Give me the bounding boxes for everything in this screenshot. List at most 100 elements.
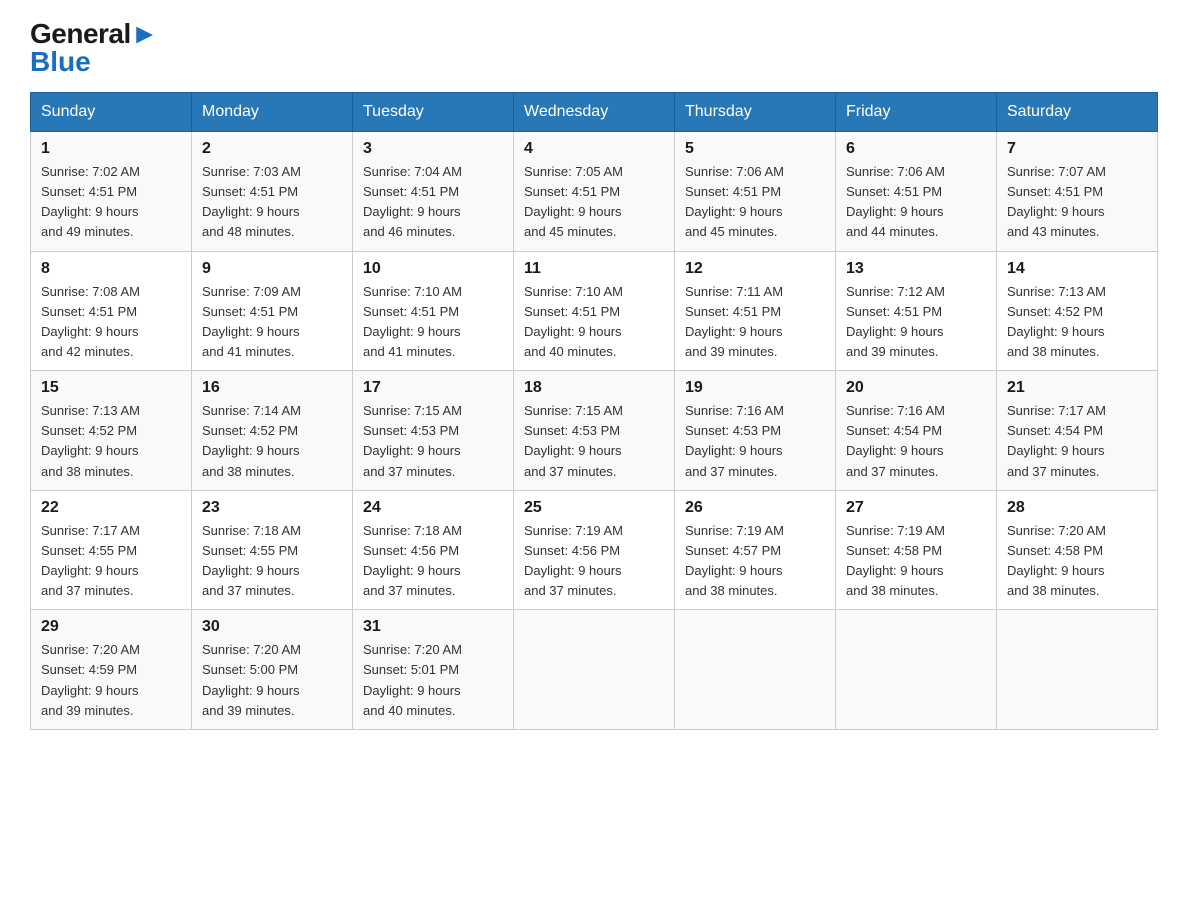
- day-info: Sunrise: 7:20 AMSunset: 4:58 PMDaylight:…: [1007, 521, 1147, 602]
- weekday-header-wednesday: Wednesday: [514, 93, 675, 132]
- calendar-cell: 29 Sunrise: 7:20 AMSunset: 4:59 PMDaylig…: [31, 610, 192, 730]
- day-number: 22: [41, 499, 181, 517]
- day-info: Sunrise: 7:19 AMSunset: 4:56 PMDaylight:…: [524, 521, 664, 602]
- day-number: 21: [1007, 379, 1147, 397]
- day-number: 6: [846, 140, 986, 158]
- calendar-cell: 26 Sunrise: 7:19 AMSunset: 4:57 PMDaylig…: [675, 490, 836, 610]
- weekday-header-thursday: Thursday: [675, 93, 836, 132]
- calendar-cell: 19 Sunrise: 7:16 AMSunset: 4:53 PMDaylig…: [675, 371, 836, 491]
- day-number: 30: [202, 618, 342, 636]
- day-number: 25: [524, 499, 664, 517]
- day-info: Sunrise: 7:18 AMSunset: 4:56 PMDaylight:…: [363, 521, 503, 602]
- calendar-cell: 17 Sunrise: 7:15 AMSunset: 4:53 PMDaylig…: [353, 371, 514, 491]
- day-number: 28: [1007, 499, 1147, 517]
- calendar-cell: 12 Sunrise: 7:11 AMSunset: 4:51 PMDaylig…: [675, 251, 836, 371]
- page-header: General► Blue: [30, 20, 1158, 76]
- day-number: 9: [202, 260, 342, 278]
- day-info: Sunrise: 7:19 AMSunset: 4:57 PMDaylight:…: [685, 521, 825, 602]
- day-info: Sunrise: 7:08 AMSunset: 4:51 PMDaylight:…: [41, 282, 181, 363]
- day-number: 2: [202, 140, 342, 158]
- day-info: Sunrise: 7:13 AMSunset: 4:52 PMDaylight:…: [1007, 282, 1147, 363]
- calendar-cell: 10 Sunrise: 7:10 AMSunset: 4:51 PMDaylig…: [353, 251, 514, 371]
- calendar-cell: 14 Sunrise: 7:13 AMSunset: 4:52 PMDaylig…: [997, 251, 1158, 371]
- weekday-header-monday: Monday: [192, 93, 353, 132]
- day-number: 13: [846, 260, 986, 278]
- calendar-cell: 9 Sunrise: 7:09 AMSunset: 4:51 PMDayligh…: [192, 251, 353, 371]
- day-info: Sunrise: 7:16 AMSunset: 4:53 PMDaylight:…: [685, 401, 825, 482]
- day-info: Sunrise: 7:11 AMSunset: 4:51 PMDaylight:…: [685, 282, 825, 363]
- calendar-cell: 24 Sunrise: 7:18 AMSunset: 4:56 PMDaylig…: [353, 490, 514, 610]
- day-number: 5: [685, 140, 825, 158]
- calendar-cell: 31 Sunrise: 7:20 AMSunset: 5:01 PMDaylig…: [353, 610, 514, 730]
- logo-general-text: General►: [30, 20, 158, 48]
- calendar-cell: 11 Sunrise: 7:10 AMSunset: 4:51 PMDaylig…: [514, 251, 675, 371]
- logo: General► Blue: [30, 20, 158, 76]
- calendar-cell: 13 Sunrise: 7:12 AMSunset: 4:51 PMDaylig…: [836, 251, 997, 371]
- day-number: 14: [1007, 260, 1147, 278]
- day-number: 1: [41, 140, 181, 158]
- day-info: Sunrise: 7:17 AMSunset: 4:54 PMDaylight:…: [1007, 401, 1147, 482]
- day-info: Sunrise: 7:19 AMSunset: 4:58 PMDaylight:…: [846, 521, 986, 602]
- day-info: Sunrise: 7:06 AMSunset: 4:51 PMDaylight:…: [846, 162, 986, 243]
- day-info: Sunrise: 7:20 AMSunset: 4:59 PMDaylight:…: [41, 640, 181, 721]
- day-info: Sunrise: 7:10 AMSunset: 4:51 PMDaylight:…: [363, 282, 503, 363]
- day-number: 7: [1007, 140, 1147, 158]
- day-info: Sunrise: 7:05 AMSunset: 4:51 PMDaylight:…: [524, 162, 664, 243]
- calendar-cell: 5 Sunrise: 7:06 AMSunset: 4:51 PMDayligh…: [675, 132, 836, 252]
- week-row-4: 22 Sunrise: 7:17 AMSunset: 4:55 PMDaylig…: [31, 490, 1158, 610]
- day-number: 27: [846, 499, 986, 517]
- weekday-header-row: SundayMondayTuesdayWednesdayThursdayFrid…: [31, 93, 1158, 132]
- calendar-table: SundayMondayTuesdayWednesdayThursdayFrid…: [30, 92, 1158, 730]
- day-info: Sunrise: 7:20 AMSunset: 5:00 PMDaylight:…: [202, 640, 342, 721]
- calendar-cell: 1 Sunrise: 7:02 AMSunset: 4:51 PMDayligh…: [31, 132, 192, 252]
- day-info: Sunrise: 7:04 AMSunset: 4:51 PMDaylight:…: [363, 162, 503, 243]
- day-info: Sunrise: 7:09 AMSunset: 4:51 PMDaylight:…: [202, 282, 342, 363]
- day-info: Sunrise: 7:18 AMSunset: 4:55 PMDaylight:…: [202, 521, 342, 602]
- calendar-cell: 21 Sunrise: 7:17 AMSunset: 4:54 PMDaylig…: [997, 371, 1158, 491]
- day-info: Sunrise: 7:13 AMSunset: 4:52 PMDaylight:…: [41, 401, 181, 482]
- day-info: Sunrise: 7:15 AMSunset: 4:53 PMDaylight:…: [363, 401, 503, 482]
- day-number: 26: [685, 499, 825, 517]
- day-info: Sunrise: 7:10 AMSunset: 4:51 PMDaylight:…: [524, 282, 664, 363]
- day-number: 12: [685, 260, 825, 278]
- day-number: 8: [41, 260, 181, 278]
- day-number: 19: [685, 379, 825, 397]
- weekday-header-tuesday: Tuesday: [353, 93, 514, 132]
- calendar-cell: 22 Sunrise: 7:17 AMSunset: 4:55 PMDaylig…: [31, 490, 192, 610]
- day-info: Sunrise: 7:16 AMSunset: 4:54 PMDaylight:…: [846, 401, 986, 482]
- calendar-cell: [997, 610, 1158, 730]
- calendar-cell: 25 Sunrise: 7:19 AMSunset: 4:56 PMDaylig…: [514, 490, 675, 610]
- logo-blue-text: Blue: [30, 48, 158, 76]
- calendar-cell: 2 Sunrise: 7:03 AMSunset: 4:51 PMDayligh…: [192, 132, 353, 252]
- day-number: 31: [363, 618, 503, 636]
- week-row-2: 8 Sunrise: 7:08 AMSunset: 4:51 PMDayligh…: [31, 251, 1158, 371]
- day-info: Sunrise: 7:12 AMSunset: 4:51 PMDaylight:…: [846, 282, 986, 363]
- calendar-cell: 7 Sunrise: 7:07 AMSunset: 4:51 PMDayligh…: [997, 132, 1158, 252]
- day-number: 11: [524, 260, 664, 278]
- day-number: 4: [524, 140, 664, 158]
- weekday-header-sunday: Sunday: [31, 93, 192, 132]
- calendar-cell: 16 Sunrise: 7:14 AMSunset: 4:52 PMDaylig…: [192, 371, 353, 491]
- day-number: 24: [363, 499, 503, 517]
- calendar-cell: 4 Sunrise: 7:05 AMSunset: 4:51 PMDayligh…: [514, 132, 675, 252]
- week-row-1: 1 Sunrise: 7:02 AMSunset: 4:51 PMDayligh…: [31, 132, 1158, 252]
- day-number: 10: [363, 260, 503, 278]
- day-info: Sunrise: 7:07 AMSunset: 4:51 PMDaylight:…: [1007, 162, 1147, 243]
- week-row-3: 15 Sunrise: 7:13 AMSunset: 4:52 PMDaylig…: [31, 371, 1158, 491]
- calendar-cell: 28 Sunrise: 7:20 AMSunset: 4:58 PMDaylig…: [997, 490, 1158, 610]
- day-info: Sunrise: 7:02 AMSunset: 4:51 PMDaylight:…: [41, 162, 181, 243]
- day-number: 29: [41, 618, 181, 636]
- day-number: 20: [846, 379, 986, 397]
- day-info: Sunrise: 7:06 AMSunset: 4:51 PMDaylight:…: [685, 162, 825, 243]
- calendar-cell: 3 Sunrise: 7:04 AMSunset: 4:51 PMDayligh…: [353, 132, 514, 252]
- calendar-cell: [675, 610, 836, 730]
- day-number: 17: [363, 379, 503, 397]
- calendar-cell: [836, 610, 997, 730]
- day-info: Sunrise: 7:20 AMSunset: 5:01 PMDaylight:…: [363, 640, 503, 721]
- calendar-cell: 15 Sunrise: 7:13 AMSunset: 4:52 PMDaylig…: [31, 371, 192, 491]
- calendar-cell: [514, 610, 675, 730]
- week-row-5: 29 Sunrise: 7:20 AMSunset: 4:59 PMDaylig…: [31, 610, 1158, 730]
- day-info: Sunrise: 7:14 AMSunset: 4:52 PMDaylight:…: [202, 401, 342, 482]
- day-number: 3: [363, 140, 503, 158]
- day-number: 15: [41, 379, 181, 397]
